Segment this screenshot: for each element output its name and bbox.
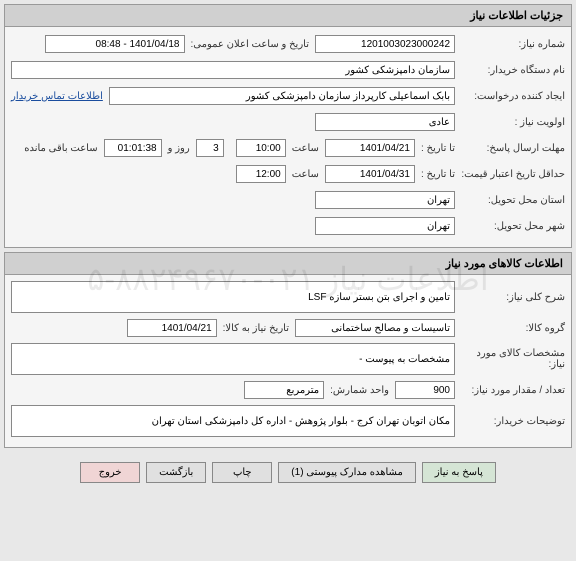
- back-button[interactable]: بازگشت: [146, 462, 206, 483]
- buyer-label: نام دستگاه خریدار:: [455, 65, 565, 76]
- unit-value: مترمربع: [244, 381, 324, 399]
- deadline-label: مهلت ارسال پاسخ:: [455, 143, 565, 154]
- buyer-value: سازمان دامپزشکی کشور: [11, 61, 455, 79]
- days-label: روز و: [162, 143, 196, 154]
- pubdate-label: تاریخ و ساعت اعلان عمومی:: [185, 39, 316, 50]
- itemdate-label: تاریخ نیاز به کالا:: [217, 323, 295, 334]
- button-row: پاسخ به نیاز مشاهده مدارک پیوستی (1) چاپ…: [0, 452, 576, 493]
- province-label: استان محل تحویل:: [455, 195, 565, 206]
- respond-button[interactable]: پاسخ به نیاز: [422, 462, 496, 483]
- reqnum-label: شماره نیاز:: [455, 39, 565, 50]
- reqnum-value: 1201003023000242: [315, 35, 455, 53]
- contact-link[interactable]: اطلاعات تماس خریدار: [11, 91, 103, 102]
- province-value: تهران: [315, 191, 455, 209]
- creator-value: بابک اسماعیلی کارپرداز سازمان دامپزشکی ک…: [109, 87, 455, 105]
- qty-label: تعداد / مقدار مورد نیاز:: [455, 385, 565, 396]
- print-button[interactable]: چاپ: [212, 462, 272, 483]
- deadline-date-value: 1401/04/21: [325, 139, 415, 157]
- spec-label: مشخصات کالای مورد نیاز:: [455, 348, 565, 370]
- group-label: گروه کالا:: [455, 323, 565, 334]
- hours-remain-value: 01:01:38: [104, 139, 162, 157]
- priority-label: اولویت نیاز :: [455, 117, 565, 128]
- pubdate-value: 1401/04/18 - 08:48: [45, 35, 185, 53]
- spec-value: مشخصات به پیوست -: [11, 343, 455, 375]
- qty-value: 900: [395, 381, 455, 399]
- days-remain-value: 3: [196, 139, 224, 157]
- unit-label: واحد شمارش:: [324, 385, 395, 396]
- desc-label: شرح کلی نیاز:: [455, 292, 565, 303]
- notes-label: توضیحات خریدار:: [455, 416, 565, 427]
- goods-info-header: اطلاعات کالاهای مورد نیاز: [5, 253, 571, 275]
- city-label: شهر محل تحویل:: [455, 221, 565, 232]
- city-value: تهران: [315, 217, 455, 235]
- time-label-2: ساعت: [286, 169, 325, 180]
- exit-button[interactable]: خروج: [80, 462, 140, 483]
- need-details-header: جزئیات اطلاعات نیاز: [5, 5, 571, 27]
- need-details-section: جزئیات اطلاعات نیاز شماره نیاز: 12010030…: [4, 4, 572, 248]
- creator-label: ایجاد کننده درخواست:: [455, 91, 565, 102]
- to-date-label-2: تا تاریخ :: [415, 169, 455, 180]
- time-label-1: ساعت: [286, 143, 325, 154]
- group-value: تاسیسات و مصالح ساختمانی: [295, 319, 455, 337]
- desc-value: تامین و اجرای بتن بستر سازه LSF: [11, 281, 455, 313]
- priority-value: عادی: [315, 113, 455, 131]
- notes-value: مکان اتوبان تهران کرج - بلوار پژوهش - اد…: [11, 405, 455, 437]
- itemdate-value: 1401/04/21: [127, 319, 217, 337]
- goods-info-section: اطلاعات کالاهای مورد نیاز شرح کلی نیاز: …: [4, 252, 572, 448]
- valid-time-value: 12:00: [236, 165, 286, 183]
- attachments-button[interactable]: مشاهده مدارک پیوستی (1): [278, 462, 416, 483]
- hours-label: ساعت باقی مانده: [18, 143, 103, 154]
- valid-date-value: 1401/04/31: [325, 165, 415, 183]
- deadline-time-value: 10:00: [236, 139, 286, 157]
- min-valid-label: حداقل تاریخ اعتبار قیمت:: [455, 169, 565, 180]
- to-date-label-1: تا تاریخ :: [415, 143, 455, 154]
